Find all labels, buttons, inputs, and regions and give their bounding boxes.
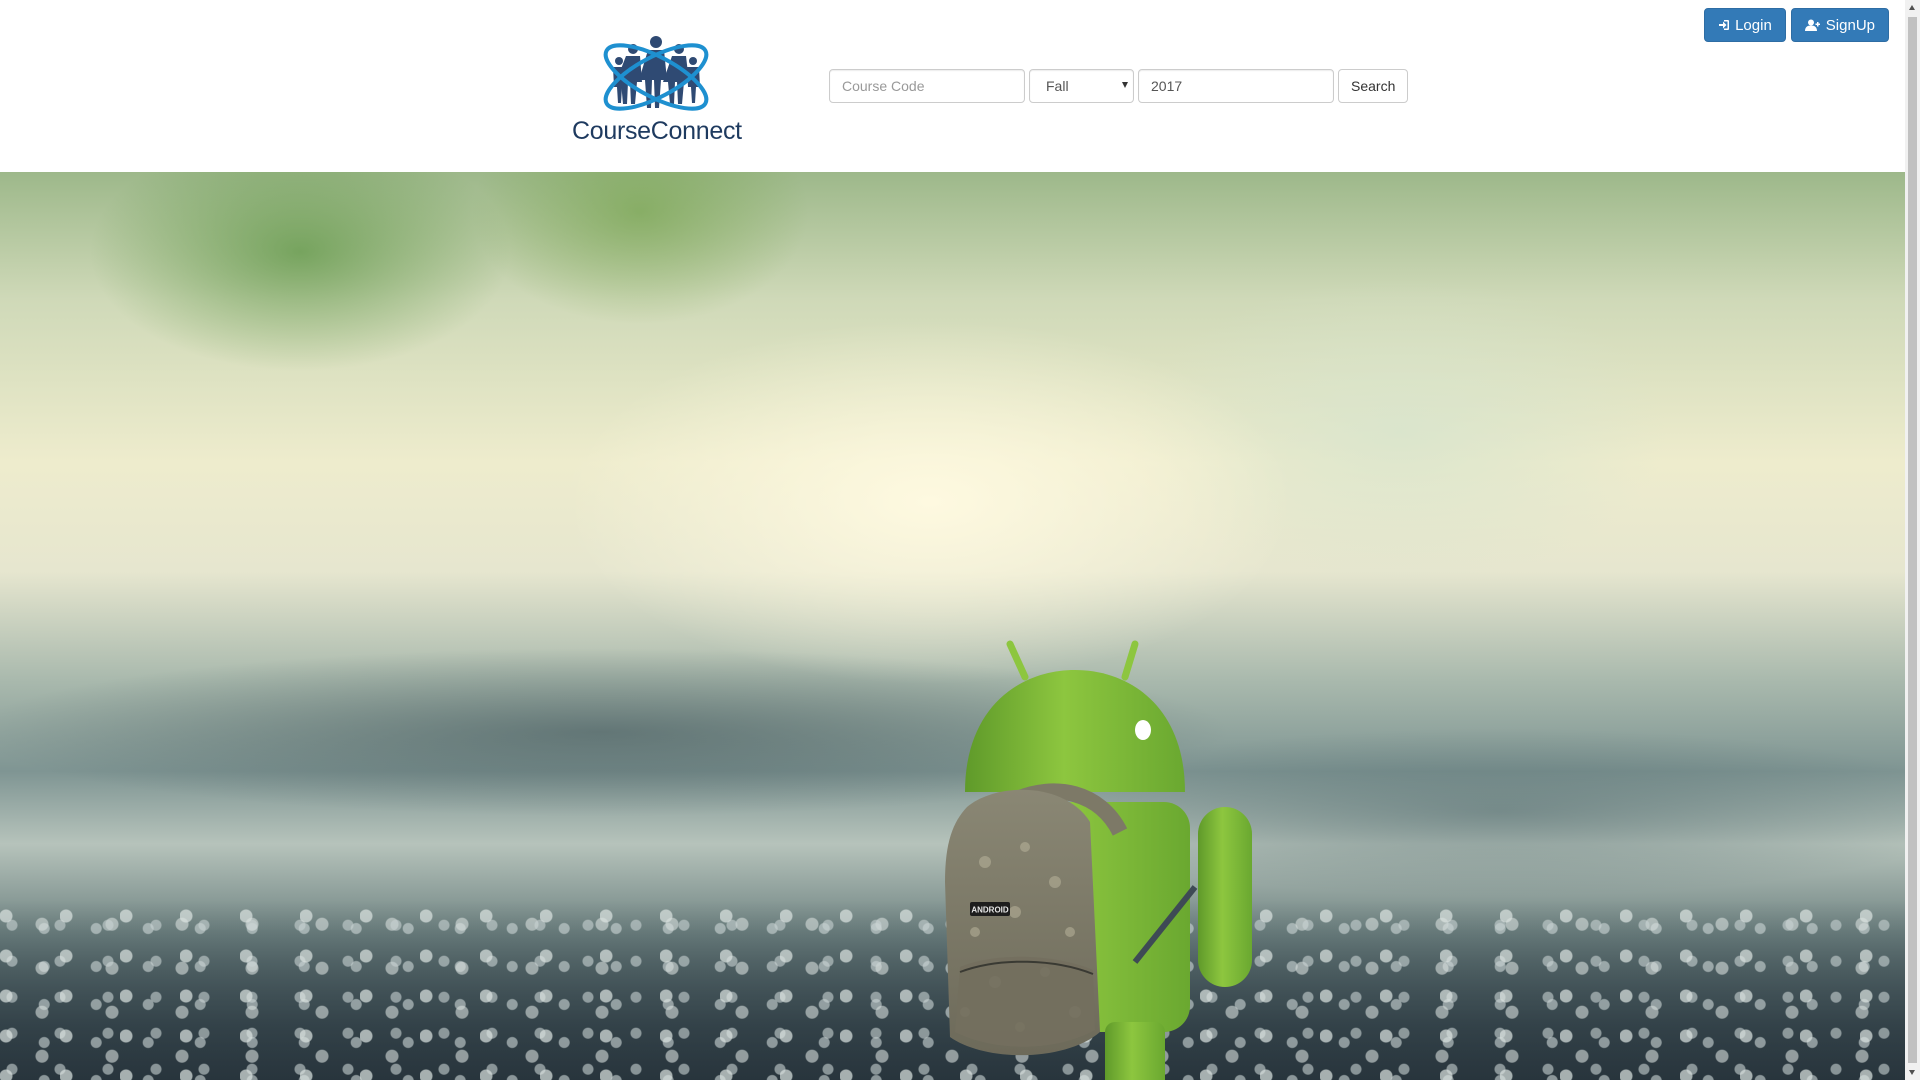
scroll-up-arrow-icon[interactable] <box>1909 5 1915 10</box>
android-backpack-illustration: ANDROID <box>945 640 1252 1080</box>
auth-buttons: Login SignUp <box>1704 8 1889 42</box>
sign-in-icon <box>1718 19 1730 31</box>
page: CourseConnect Fall Search Login <box>0 0 1905 1080</box>
term-select-value: Fall <box>1046 78 1069 94</box>
signup-label: SignUp <box>1825 16 1875 34</box>
backpack-label: ANDROID <box>971 906 1009 915</box>
scrollbar-thumb[interactable] <box>1908 17 1917 1063</box>
site-header: CourseConnect Fall Search Login <box>0 0 1905 172</box>
vertical-scrollbar[interactable] <box>1905 0 1920 1080</box>
signup-button[interactable]: SignUp <box>1790 8 1889 42</box>
scroll-down-arrow-icon[interactable] <box>1909 1070 1915 1075</box>
search-button[interactable]: Search <box>1338 69 1409 103</box>
course-code-input[interactable] <box>829 69 1025 103</box>
logo-mark-icon <box>603 36 709 111</box>
term-select[interactable]: Fall <box>1029 69 1134 103</box>
brand-name: CourseConnect <box>572 117 742 145</box>
login-button[interactable]: Login <box>1704 8 1786 42</box>
hero-banner: ANDROID <box>0 172 1905 1080</box>
year-input[interactable] <box>1138 69 1334 103</box>
brand-logo[interactable]: CourseConnect <box>572 33 742 151</box>
chevron-down-icon <box>1122 82 1128 88</box>
course-search-form: Fall Search <box>829 69 1409 103</box>
user-plus-icon <box>1804 19 1821 31</box>
login-label: Login <box>1735 16 1772 34</box>
